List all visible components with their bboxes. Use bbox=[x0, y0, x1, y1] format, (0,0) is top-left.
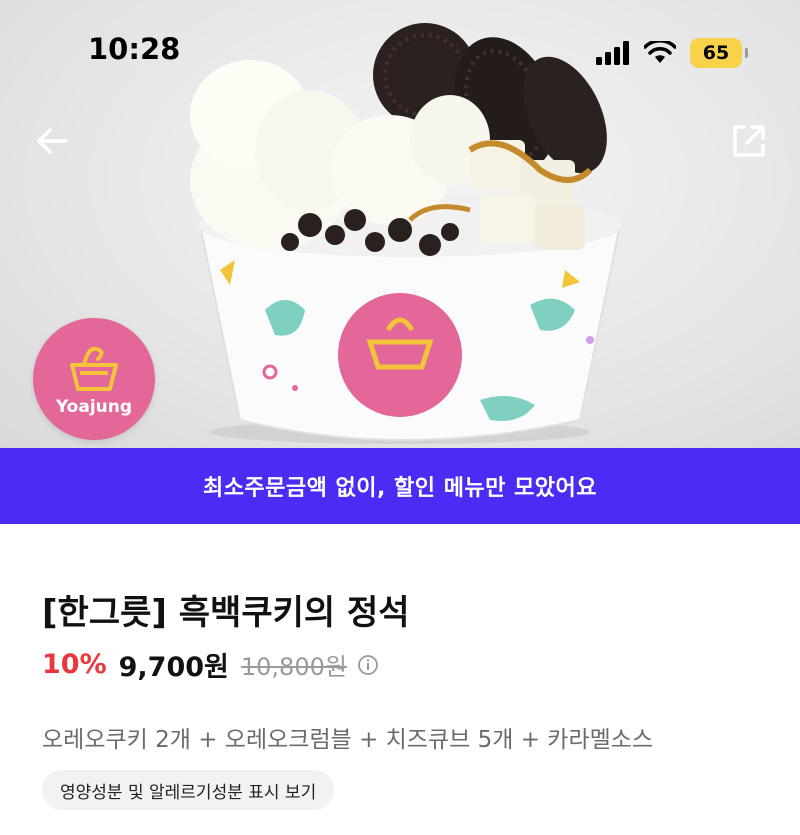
nutrition-allergy-button[interactable]: 영양성분 및 알레르기성분 표시 보기 bbox=[42, 770, 335, 810]
original-price: 10,800원 bbox=[240, 653, 347, 681]
product-hero-image: 10:28 65 Yoajung bbox=[0, 0, 800, 448]
status-bar: 10:28 65 bbox=[0, 0, 800, 100]
frozen-yogurt-cup-icon bbox=[70, 346, 118, 391]
promo-banner[interactable]: 최소주문금액 없이, 할인 메뉴만 모았어요 bbox=[0, 448, 800, 524]
share-button[interactable] bbox=[726, 118, 772, 164]
product-title: [한그릇] 흑백쿠키의 정석 bbox=[42, 593, 410, 633]
discount-rate: 10% bbox=[42, 649, 107, 680]
promo-text: 최소주문금액 없이, 할인 메뉴만 모았어요 bbox=[202, 476, 598, 501]
product-description: 오레오쿠키 2개 + 오레오크럼블 + 치즈큐브 5개 + 카라멜소스 bbox=[42, 727, 654, 753]
sale-price: 9,700원 bbox=[118, 652, 229, 683]
status-time: 10:28 bbox=[88, 32, 181, 66]
brand-logo: Yoajung bbox=[33, 318, 155, 440]
share-icon bbox=[733, 125, 765, 157]
battery-level: 65 bbox=[702, 42, 730, 64]
info-icon[interactable] bbox=[357, 654, 379, 676]
brand-logo-text: Yoajung bbox=[55, 397, 133, 417]
battery-indicator: 65 bbox=[690, 38, 748, 68]
status-icons: 65 bbox=[596, 38, 748, 68]
signal-icon bbox=[596, 41, 629, 65]
back-button[interactable] bbox=[30, 118, 76, 164]
price-row: 10% 9,700원 10,800원 bbox=[42, 645, 379, 684]
wifi-icon bbox=[644, 41, 676, 63]
arrow-left-icon bbox=[37, 128, 68, 154]
